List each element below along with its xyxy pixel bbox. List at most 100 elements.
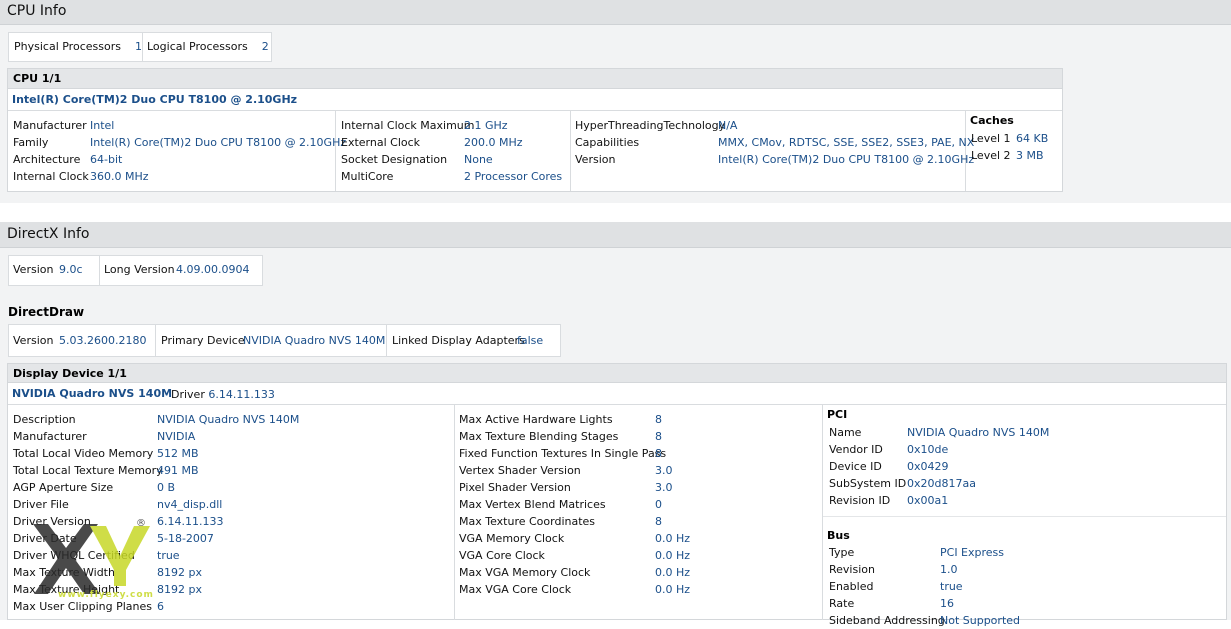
cache-level1-value: 64 KB [1016,132,1049,145]
cpu-manufacturer-value: Intel [90,119,115,132]
physical-processors: Physical Processors 1 [14,40,142,53]
field-label: Max VGA Memory Clock [459,566,591,579]
field-label: Max VGA Core Clock [459,583,572,596]
divider [454,405,455,620]
xy-logo-icon [33,524,150,594]
cpu-architecture-value: 64-bit [90,153,123,166]
watermark-url: www.flyexy.com [58,590,154,600]
cpu-socket-value: None [464,153,493,166]
field-value: 512 MB [157,447,199,460]
field-label: VGA Memory Clock [459,532,565,545]
field-value: 0x0429 [907,460,949,473]
cpu-panel-header: CPU 1/1 [7,68,1063,89]
registered-mark: ® [136,518,146,529]
directdraw-version: Version [13,334,54,347]
cpu-multicore: MultiCore [341,170,394,183]
field-value: 3.0 [655,464,673,477]
field-label: Sideband Addressing [829,614,945,627]
display-device-name: NVIDIA Quadro NVS 140M [12,385,173,402]
field-value: 1.0 [940,563,958,576]
display-device-header: Display Device 1/1 [7,363,1227,383]
field-label: Manufacturer [13,430,87,443]
field-value: 0 B [157,481,176,494]
field-value: 6 [157,600,164,613]
field-label: AGP Aperture Size [13,481,114,494]
field-label: Vertex Shader Version [459,464,581,477]
directx-version-value: 9.0c [59,263,83,276]
field-value: NVIDIA Quadro NVS 140M [907,426,1050,439]
field-value: 8 [655,447,662,460]
divider [8,404,1226,405]
field-value: 0x20d817aa [907,477,976,490]
cpu-internal-clock-max: Internal Clock Maximum [341,119,475,132]
cpu-name: Intel(R) Core(TM)2 Duo CPU T8100 @ 2.10G… [12,91,298,108]
field-label: Revision [829,563,875,576]
display-driver: Driver 6.14.11.133 [171,388,275,401]
divider [99,256,100,285]
field-label: Total Local Texture Memory [13,464,163,477]
directx-long-version-value: 4.09.00.0904 [176,263,250,276]
cpu-version-value: Intel(R) Core(TM)2 Duo CPU T8100 @ 2.10G… [718,153,975,166]
directdraw-linked-adapters: Linked Display Adapters [392,334,525,347]
cache-level1: Level 1 [971,132,1011,145]
cpu-capabilities: Capabilities [575,136,640,149]
field-value: 0x00a1 [907,494,949,507]
cpu-info-title: CPU Info [7,3,67,19]
directx-info-title: DirectX Info [7,226,90,242]
field-value: 0.0 Hz [655,583,691,596]
directdraw-primary-device: Primary Device [161,334,245,347]
cpu-external-clock: External Clock [341,136,421,149]
cache-level2-value: 3 MB [1016,149,1044,162]
field-value: 3.0 [655,481,673,494]
field-label: Type [829,546,855,559]
field-label: Device ID [829,460,882,473]
field-label: Revision ID [829,494,891,507]
field-label: Fixed Function Textures In Single Pass [459,447,667,460]
divider [155,325,156,356]
field-label: Total Local Video Memory [13,447,154,460]
field-label: VGA Core Clock [459,549,545,562]
cpu-internal-clock-value: 360.0 MHz [90,170,149,183]
cpu-manufacturer: Manufacturer [13,119,87,132]
directdraw-primary-device-value: NVIDIA Quadro NVS 140M [243,334,386,347]
field-value: 5-18-2007 [157,532,214,545]
divider [386,325,387,356]
cpu-family-value: Intel(R) Core(TM)2 Duo CPU T8100 @ 2.10G… [90,136,347,149]
field-value: 0.0 Hz [655,549,691,562]
cpu-family: Family [13,136,49,149]
field-value: nv4_disp.dll [157,498,223,511]
divider [142,33,143,61]
field-value: Not Supported [940,614,1021,627]
field-label: Max Texture Coordinates [459,515,596,528]
cpu-capabilities-value: MMX, CMov, RDTSC, SSE, SSE2, SSE3, PAE, … [718,136,975,149]
divider [823,516,1226,517]
pci-title: PCI [827,408,848,421]
cpu-external-clock-value: 200.0 MHz [464,136,523,149]
field-value: 0.0 Hz [655,566,691,579]
field-label: Max Vertex Blend Matrices [459,498,606,511]
cpu-version: Version [575,153,616,166]
cpu-internal-clock: Internal Clock [13,170,89,183]
directx-long-version: Long Version [104,263,175,276]
field-value: 0 [655,498,662,511]
field-label: Enabled [829,580,874,593]
field-label: Name [829,426,862,439]
divider [335,111,336,191]
field-value: 8192 px [157,583,202,596]
field-label: Pixel Shader Version [459,481,571,494]
cpu-socket: Socket Designation [341,153,448,166]
watermark-logo: ® www.flyexy.com [28,516,158,616]
divider [570,111,571,191]
divider [8,110,1062,111]
field-value: NVIDIA [157,430,196,443]
field-value: true [940,580,963,593]
field-label: Max Texture Blending Stages [459,430,619,443]
logical-processors: Logical Processors 2 [147,40,269,53]
divider [822,405,823,620]
field-label: Driver File [13,498,69,511]
cpu-hyperthreading-value: N/A [718,119,738,132]
field-label: Max Active Hardware Lights [459,413,613,426]
directdraw-linked-adapters-value: false [517,334,544,347]
directx-info-header-bar: DirectX Info [0,222,1231,248]
directx-version: Version [13,263,54,276]
